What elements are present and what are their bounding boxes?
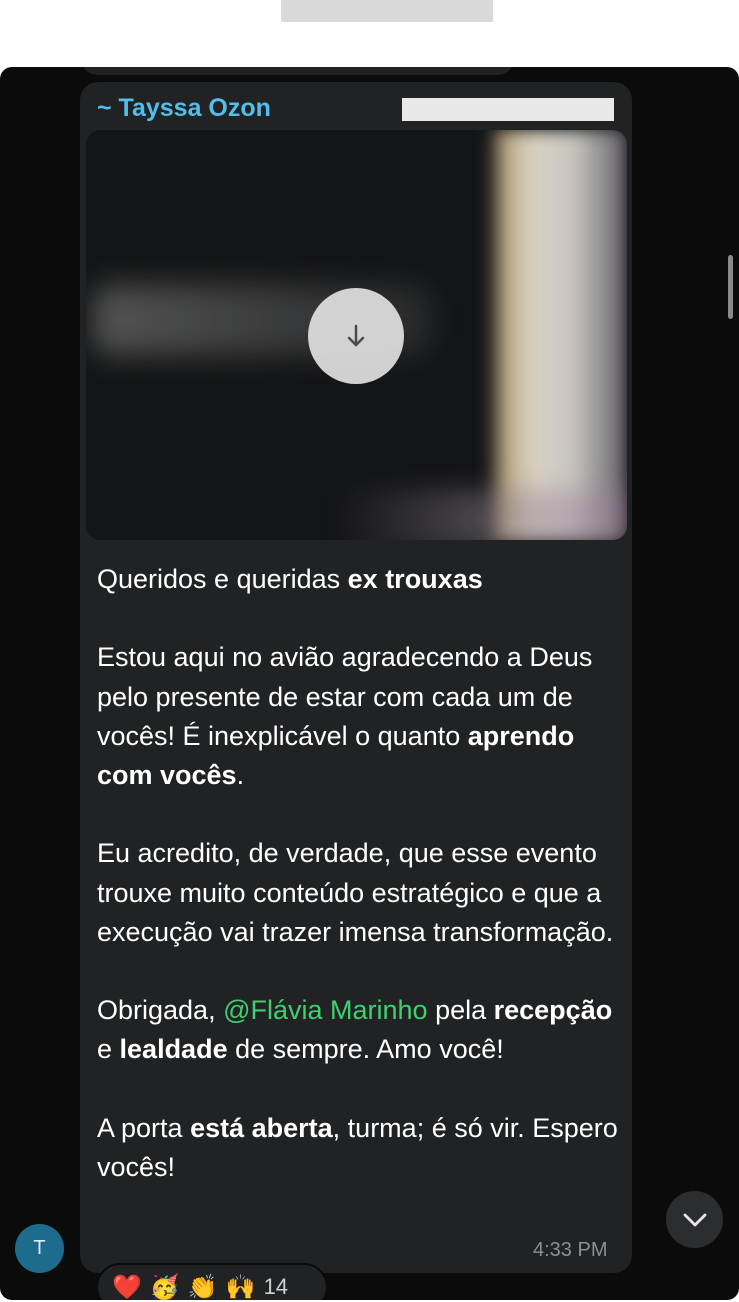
- clapping-hands-emoji-icon: 👏: [187, 1273, 218, 1301]
- bold-text: está aberta: [190, 1112, 333, 1143]
- text-span: Queridos e queridas: [97, 564, 348, 594]
- scroll-to-bottom-button[interactable]: [666, 1191, 723, 1248]
- bold-text: lealdade: [119, 1034, 228, 1065]
- avatar[interactable]: T: [15, 1224, 64, 1273]
- text-span: de sempre. Amo você!: [227, 1034, 504, 1065]
- text-span: .: [236, 760, 245, 790]
- image-attachment[interactable]: [86, 130, 627, 540]
- text-span: Eu acredito, de verdade, que esse evento…: [97, 838, 614, 947]
- redacted-status-bar: [281, 0, 493, 22]
- blurred-image-light: [491, 130, 627, 540]
- message-paragraph: Obrigada, @Flávia Marinho pela recepção …: [97, 991, 622, 1069]
- previous-message-bubble[interactable]: [80, 67, 515, 75]
- bold-text: recepção: [493, 995, 613, 1026]
- bold-text: ex trouxas: [347, 564, 483, 594]
- message-text: Queridos e queridas ex trouxas Estou aqu…: [97, 560, 622, 1187]
- raising-hands-emoji-icon: 🙌: [225, 1273, 256, 1301]
- message-paragraph: Eu acredito, de verdade, que esse evento…: [97, 834, 622, 952]
- message-timestamp: 4:33 PM: [533, 1239, 608, 1261]
- chevron-down-icon: [683, 1213, 706, 1226]
- download-arrow-icon: [347, 324, 365, 347]
- message-paragraph: Estou aqui no avião agradecendo a Deus p…: [97, 638, 622, 795]
- blurred-image-glow: [336, 490, 627, 540]
- text-span: e: [97, 1034, 120, 1065]
- message-paragraph: A porta está aberta, turma; é só vir. Es…: [97, 1109, 622, 1187]
- avatar-initial: T: [33, 1237, 46, 1259]
- text-span: A porta: [97, 1112, 191, 1143]
- text-span: pela: [427, 995, 494, 1026]
- party-face-emoji-icon: 🥳: [149, 1273, 180, 1301]
- redacted-phone-number: [402, 98, 614, 121]
- reaction-count: 14: [263, 1274, 289, 1299]
- reactions-bar[interactable]: ❤️ 🥳 👏 🙌 14: [96, 1263, 328, 1300]
- chat-panel[interactable]: ~ Tayssa Ozon Queridos e queridas ex tro…: [0, 67, 739, 1300]
- text-span: Obrigada,: [97, 995, 224, 1026]
- message-bubble[interactable]: ~ Tayssa Ozon Queridos e queridas ex tro…: [80, 82, 632, 1273]
- heart-emoji-icon: ❤️: [112, 1273, 142, 1301]
- download-button[interactable]: [308, 288, 404, 384]
- sender-name[interactable]: ~ Tayssa Ozon: [97, 94, 271, 123]
- scrollbar[interactable]: [728, 255, 733, 319]
- message-paragraph: Queridos e queridas ex trouxas: [97, 560, 622, 599]
- mention-link[interactable]: @Flávia Marinho: [223, 995, 427, 1025]
